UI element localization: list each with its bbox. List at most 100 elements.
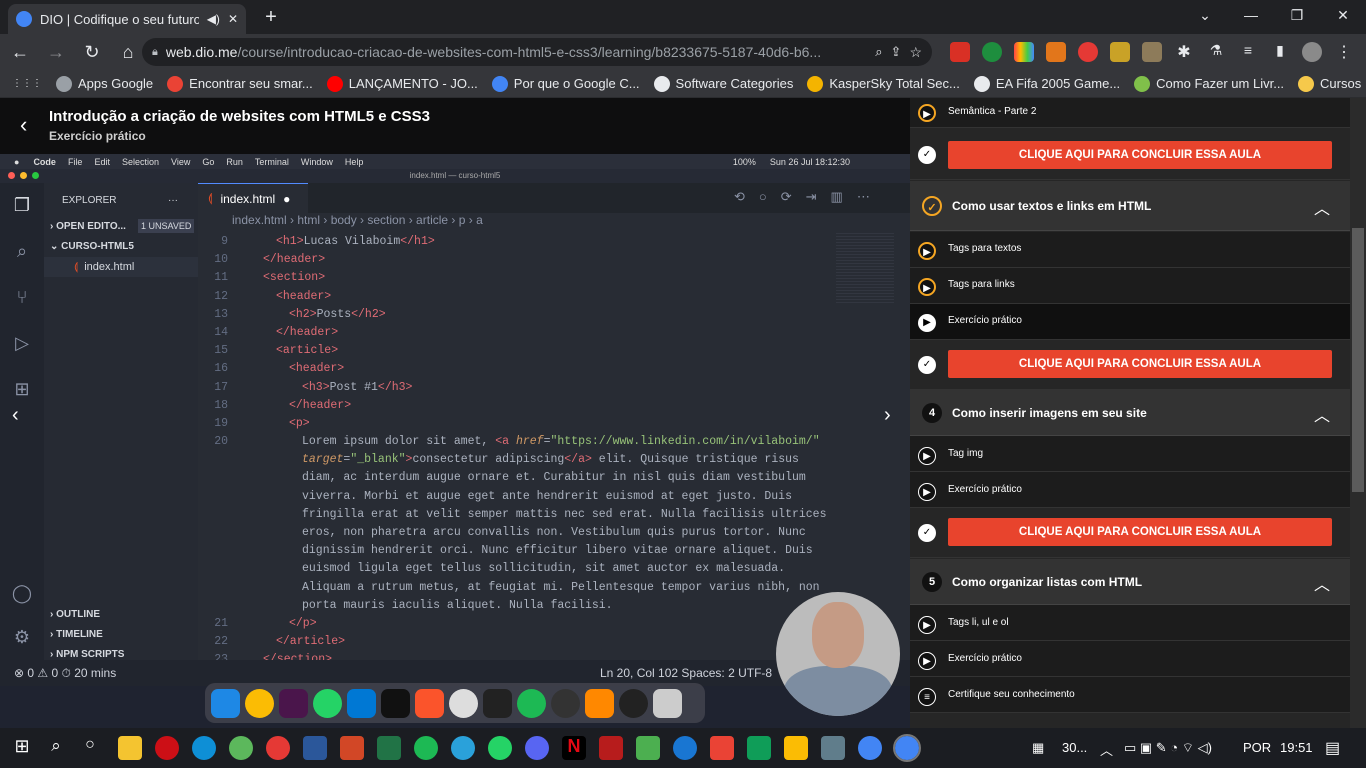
section-header[interactable]: ✓ Como usar textos e links em HTML ︿ — [910, 181, 1350, 231]
lesson-item[interactable]: ▶ Semântica - Parte 2 — [910, 98, 1350, 128]
extension-icon[interactable] — [1014, 42, 1034, 62]
lesson-item[interactable]: ▶ Exercício prático — [910, 472, 1350, 508]
complete-lesson-button[interactable]: CLIQUE AQUI PARA CONCLUIR ESSA AULA — [948, 518, 1332, 546]
chevron-up-icon[interactable]: ︿ — [1314, 195, 1330, 219]
telegram-icon[interactable] — [451, 736, 475, 760]
windows-start-icon[interactable]: ⊞ — [10, 736, 34, 760]
word-icon[interactable] — [303, 736, 327, 760]
share-icon[interactable]: ⇪ — [891, 44, 902, 60]
address-bar[interactable]: 🔒︎ web.dio.me/course/introducao-criacao-… — [142, 38, 932, 66]
search-icon[interactable]: ⌕ — [875, 44, 882, 60]
close-tab-icon[interactable]: ✕ — [228, 12, 238, 26]
tray-icons[interactable]: ▭ ▣ ✎ ◔ ⌔ ◁) — [1124, 740, 1212, 756]
complete-lesson-button[interactable]: CLIQUE AQUI PARA CONCLUIR ESSA AULA — [948, 141, 1332, 169]
bookmark-item[interactable]: Por que o Google C... — [491, 75, 640, 92]
complete-lesson-button[interactable]: CLIQUE AQUI PARA CONCLUIR ESSA AULA — [948, 350, 1332, 378]
bookmark-item[interactable]: LANÇAMENTO - JO... — [326, 75, 478, 92]
lesson-item-active[interactable]: ▶ Exercício prático — [910, 304, 1350, 340]
app-icon[interactable] — [673, 736, 697, 760]
extensions-puzzle-icon[interactable]: ✱ — [1174, 42, 1194, 62]
menu-kebab-icon[interactable]: ⋮ — [1334, 42, 1354, 62]
app-icon[interactable] — [821, 736, 845, 760]
bookmark-star-icon[interactable]: ☆ — [909, 44, 922, 61]
opera-icon[interactable] — [155, 736, 179, 760]
bookmark-item[interactable]: Encontrar seu smar... — [167, 75, 313, 92]
clock[interactable]: 19:51 — [1280, 740, 1313, 755]
spotify-icon[interactable] — [414, 736, 438, 760]
app-icon[interactable] — [636, 736, 660, 760]
lesson-item[interactable]: ▶ Exercício prático — [910, 641, 1350, 677]
weather-text[interactable]: 30... — [1062, 740, 1087, 755]
language-indicator[interactable]: POR — [1243, 740, 1271, 755]
chevron-up-icon[interactable]: ︿ — [1314, 402, 1330, 426]
app-icon[interactable] — [229, 736, 253, 760]
home-icon[interactable]: ⌂ — [112, 36, 144, 68]
lesson-item[interactable]: ≡ Certifique seu conhecimento — [910, 677, 1350, 713]
line-number: 10 — [214, 253, 228, 267]
search-icon[interactable]: ⌕ — [44, 736, 68, 760]
lesson-item[interactable]: ▶ Tags para links — [910, 268, 1350, 304]
extension-icon[interactable] — [1078, 42, 1098, 62]
notifications-icon[interactable]: ▤ — [1325, 738, 1340, 758]
chrome-active-icon[interactable] — [893, 734, 921, 762]
profile-avatar[interactable] — [1302, 42, 1322, 62]
code-text: <h3>Post #1</h3> — [302, 380, 413, 394]
app-icon[interactable] — [784, 736, 808, 760]
back-icon[interactable]: ← — [4, 36, 36, 68]
media-queue-icon[interactable]: ≡ — [1238, 42, 1258, 62]
edge-icon[interactable] — [192, 736, 216, 760]
line-number — [198, 506, 236, 524]
extension-icon[interactable] — [1110, 42, 1130, 62]
netflix-icon[interactable]: N — [562, 736, 586, 760]
lesson-item[interactable]: ▶ Tag img — [910, 436, 1350, 472]
extension-icon[interactable] — [950, 42, 970, 62]
forward-icon[interactable]: → — [40, 36, 72, 68]
bookmark-item[interactable]: Cursos — [1298, 75, 1361, 92]
bookmark-item[interactable]: EA Fifa 2005 Game... — [973, 75, 1120, 92]
video-player[interactable]: ● Code File Edit Selection View Go Run Terminal… — [0, 154, 910, 728]
google-drive-icon[interactable] — [747, 736, 771, 760]
apps-grid-icon[interactable]: ⋮⋮⋮ — [12, 78, 42, 89]
bookmark-item[interactable]: Apps Google — [56, 75, 153, 92]
video-prev-icon[interactable]: ‹ — [12, 404, 19, 427]
new-tab-button[interactable]: + — [258, 4, 284, 30]
task-view-icon[interactable]: ○ — [78, 736, 102, 760]
gmail-icon[interactable] — [710, 736, 734, 760]
labs-flask-icon[interactable]: ⚗ — [1206, 42, 1226, 62]
extension-icon[interactable] — [982, 42, 1002, 62]
menubar-item: Terminal — [254, 156, 289, 167]
lesson-item[interactable]: ▶ Tags li, ul e ol — [910, 605, 1350, 641]
extension-icon[interactable] — [1142, 42, 1162, 62]
app-icon[interactable] — [266, 736, 290, 760]
tab-search-icon[interactable]: ⌄ — [1182, 0, 1228, 30]
browser-tab[interactable]: DIO | Codifique o seu futuro ◀) ✕ — [8, 4, 246, 34]
chevron-up-icon[interactable]: ︿ — [1314, 571, 1330, 595]
close-window-icon[interactable]: ✕ — [1320, 0, 1366, 30]
reload-icon[interactable]: ↻ — [76, 36, 108, 68]
minimize-icon[interactable]: — — [1228, 0, 1274, 30]
side-panel-icon[interactable]: ▮ — [1270, 42, 1290, 62]
bookmark-item[interactable]: Software Categories — [653, 75, 793, 92]
tray-chevron-icon[interactable]: ︿ — [1100, 740, 1113, 759]
sidebar-scroll-thumb[interactable] — [1352, 228, 1364, 492]
weather-icon[interactable]: ▦ — [1032, 740, 1044, 756]
file-explorer-icon[interactable] — [118, 736, 142, 760]
bookmark-item[interactable]: Como Fazer um Livr... — [1134, 75, 1284, 92]
lesson-item[interactable]: ▶ Tags para textos — [910, 232, 1350, 268]
video-next-icon[interactable]: › — [884, 404, 891, 427]
excel-icon[interactable] — [377, 736, 401, 760]
speaker-icon[interactable]: ◀) — [207, 12, 220, 26]
section-header[interactable]: 5 Como organizar listas com HTML ︿ — [910, 559, 1350, 605]
lock-icon[interactable]: 🔒︎ — [152, 46, 158, 59]
chrome-icon[interactable] — [858, 736, 882, 760]
app-icon[interactable] — [599, 736, 623, 760]
apple-icon: ● — [14, 156, 20, 167]
maximize-icon[interactable]: ❐ — [1274, 0, 1320, 30]
back-chevron-icon[interactable]: ‹ — [20, 112, 27, 138]
section-header[interactable]: 4 Como inserir imagens em seu site ︿ — [910, 390, 1350, 436]
bookmark-item[interactable]: KasperSky Total Sec... — [807, 75, 960, 92]
powerpoint-icon[interactable] — [340, 736, 364, 760]
discord-icon[interactable] — [525, 736, 549, 760]
whatsapp-icon[interactable] — [488, 736, 512, 760]
metamask-icon[interactable] — [1046, 42, 1066, 62]
